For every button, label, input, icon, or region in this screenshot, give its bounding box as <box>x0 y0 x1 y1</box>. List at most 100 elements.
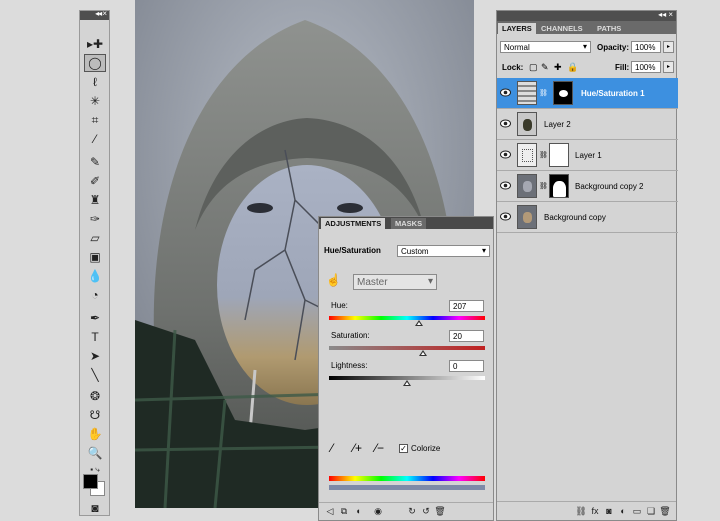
hand-adjust-icon[interactable]: ☝ <box>326 273 341 287</box>
tab-paths[interactable]: PATHS <box>593 23 626 34</box>
view-previous-icon[interactable]: ↻ <box>405 505 419 517</box>
hue-slider-thumb[interactable] <box>414 320 423 326</box>
layer-name[interactable]: Layer 2 <box>544 120 571 129</box>
channel-select[interactable]: Master ▾ <box>353 274 437 290</box>
eyedropper-icon[interactable]: ⁄ <box>331 441 333 455</box>
fill-field[interactable]: 100% <box>631 61 661 73</box>
history-brush-tool-icon[interactable]: ✑ <box>84 210 106 228</box>
tab-adjustments[interactable]: ADJUSTMENTS <box>321 218 386 229</box>
layer-thumbnail <box>517 174 537 198</box>
type-tool-icon[interactable]: T <box>84 328 106 346</box>
tab-masks[interactable]: MASKS <box>391 218 427 229</box>
eye-icon[interactable] <box>500 88 511 97</box>
tab-layers[interactable]: LAYERS <box>498 23 536 34</box>
pen-tool-icon[interactable]: ✒ <box>84 309 106 327</box>
new-adjustment-layer-icon[interactable]: ◐ <box>616 505 630 517</box>
colorize-label: Colorize <box>411 444 441 453</box>
opacity-label: Opacity: <box>597 43 630 52</box>
colorize-checkbox[interactable]: ✓ <box>399 444 408 453</box>
quick-mask-icon[interactable]: ◙ <box>84 499 106 517</box>
eye-icon[interactable] <box>500 212 511 221</box>
collapse-icon[interactable]: ◂◂ × <box>658 10 673 19</box>
hand-tool-icon[interactable]: ✋ <box>84 425 106 443</box>
move-tool-icon[interactable]: ▸✚ <box>84 35 106 53</box>
elliptical-marquee-tool-icon[interactable]: ◯ <box>84 54 106 72</box>
eyedropper-minus-icon[interactable]: ⁄− <box>375 441 384 455</box>
preset-select[interactable]: Custom ▾ <box>397 245 490 257</box>
hue-value-field[interactable]: 207 <box>449 300 484 312</box>
saturation-slider-thumb[interactable] <box>418 350 427 356</box>
lock-position-icon[interactable]: ✚ <box>554 62 562 73</box>
visibility-toggle-icon[interactable]: ◉ <box>371 505 385 517</box>
link-layers-icon[interactable]: ⛓ <box>574 505 588 517</box>
path-selection-tool-icon[interactable]: ➤ <box>84 347 106 365</box>
collapse-icon[interactable]: ◂◂ × <box>95 9 107 18</box>
eyedropper-plus-icon[interactable]: ⁄+ <box>353 441 362 455</box>
layer-style-icon[interactable]: fx <box>588 505 602 517</box>
add-mask-icon[interactable]: ◙ <box>602 505 616 517</box>
layer-thumbnail <box>517 205 537 229</box>
lightness-slider-thumb[interactable] <box>403 380 411 386</box>
eye-icon[interactable] <box>500 150 511 159</box>
opacity-field[interactable]: 100% <box>631 41 661 53</box>
chain-link-icon[interactable]: ⛓ <box>539 182 548 190</box>
layer-row-layer-2[interactable]: Layer 2 <box>497 109 678 140</box>
layer-row-background-copy-2[interactable]: ⛓ Background copy 2 <box>497 171 678 202</box>
new-layer-icon[interactable]: ❏ <box>644 505 658 517</box>
layer-name[interactable]: Hue/Saturation 1 <box>581 89 645 98</box>
foreground-color-swatch[interactable] <box>83 474 98 489</box>
delete-layer-icon[interactable]: 🗑 <box>658 505 672 517</box>
saturation-slider-track[interactable] <box>329 346 485 350</box>
reset-icon[interactable]: ↺ <box>419 505 433 517</box>
eye-icon[interactable] <box>500 119 511 128</box>
mask-thumbnail[interactable] <box>553 81 573 105</box>
line-tool-icon[interactable]: ╲ <box>84 366 106 384</box>
hue-slider-track[interactable] <box>329 316 485 320</box>
tab-channels[interactable]: CHANNELS <box>537 23 587 34</box>
brush-tool-icon[interactable]: ✐ <box>84 172 106 190</box>
chain-link-icon[interactable]: ⛓ <box>539 151 548 159</box>
3d-rotate-tool-icon[interactable]: ❂ <box>84 387 106 405</box>
layer-row-layer-1[interactable]: ⛓ Layer 1 <box>497 140 678 171</box>
mask-thumbnail[interactable] <box>549 143 569 167</box>
chain-link-icon[interactable]: ⛓ <box>539 89 548 97</box>
back-arrow-icon[interactable]: ◁ <box>323 505 337 517</box>
layer-row-hue-saturation[interactable]: ⛓ Hue/Saturation 1 <box>497 78 678 109</box>
lasso-tool-icon[interactable]: ℓ <box>84 73 106 91</box>
lock-image-icon[interactable]: ✎ <box>541 62 549 73</box>
layer-row-background-copy[interactable]: Background copy <box>497 202 678 233</box>
lock-transparent-icon[interactable]: ▢ <box>529 62 538 73</box>
healing-brush-tool-icon[interactable]: ✎ <box>84 153 106 171</box>
layers-panel-header[interactable]: ◂◂ × <box>497 10 676 21</box>
expand-view-icon[interactable]: ⧉ <box>337 505 351 517</box>
layer-name[interactable]: Background copy <box>544 213 606 222</box>
blur-tool-icon[interactable]: 💧 <box>84 267 106 285</box>
layer-name[interactable]: Background copy 2 <box>575 182 644 191</box>
eye-icon[interactable] <box>500 181 511 190</box>
blend-mode-select[interactable]: Normal ▾ <box>500 41 591 53</box>
crop-tool-icon[interactable]: ⌗ <box>84 111 106 129</box>
saturation-value-field[interactable]: 20 <box>449 330 484 342</box>
opacity-slider-button[interactable]: ▸ <box>663 41 674 53</box>
eyedropper-tool-icon[interactable]: ⁄ <box>84 130 106 148</box>
gradient-tool-icon[interactable]: ▣ <box>84 248 106 266</box>
zoom-tool-icon[interactable]: 🔍 <box>84 444 106 462</box>
eraser-tool-icon[interactable]: ▱ <box>84 229 106 247</box>
result-spectrum-bar <box>329 485 485 490</box>
mask-thumbnail[interactable] <box>549 174 569 198</box>
fill-slider-button[interactable]: ▸ <box>663 61 674 73</box>
dodge-tool-icon[interactable]: ◔ <box>84 286 106 304</box>
new-group-icon[interactable]: ▭ <box>630 505 644 517</box>
layers-footer: ⛓ fx ◙ ◐ ▭ ❏ 🗑 <box>497 501 676 520</box>
layer-thumbnail <box>517 112 537 136</box>
lightness-value-field[interactable]: 0 <box>449 360 484 372</box>
lock-all-icon[interactable]: 🔒 <box>567 62 578 73</box>
tools-panel: ◂◂ × ▸✚ ◯ ℓ ✳ ⌗ ⁄ ✎ ✐ ♜ ✑ ▱ ▣ 💧 ◔ ✒ T ➤ … <box>79 9 110 517</box>
clip-layer-icon[interactable]: ◖ <box>351 505 365 517</box>
delete-adjustment-icon[interactable]: 🗑 <box>433 505 447 517</box>
3d-orbit-tool-icon[interactable]: ☋ <box>84 406 106 424</box>
tools-panel-header[interactable]: ◂◂ × <box>80 9 109 20</box>
clone-stamp-tool-icon[interactable]: ♜ <box>84 191 106 209</box>
layer-name[interactable]: Layer 1 <box>575 151 602 160</box>
magic-wand-tool-icon[interactable]: ✳ <box>84 92 106 110</box>
